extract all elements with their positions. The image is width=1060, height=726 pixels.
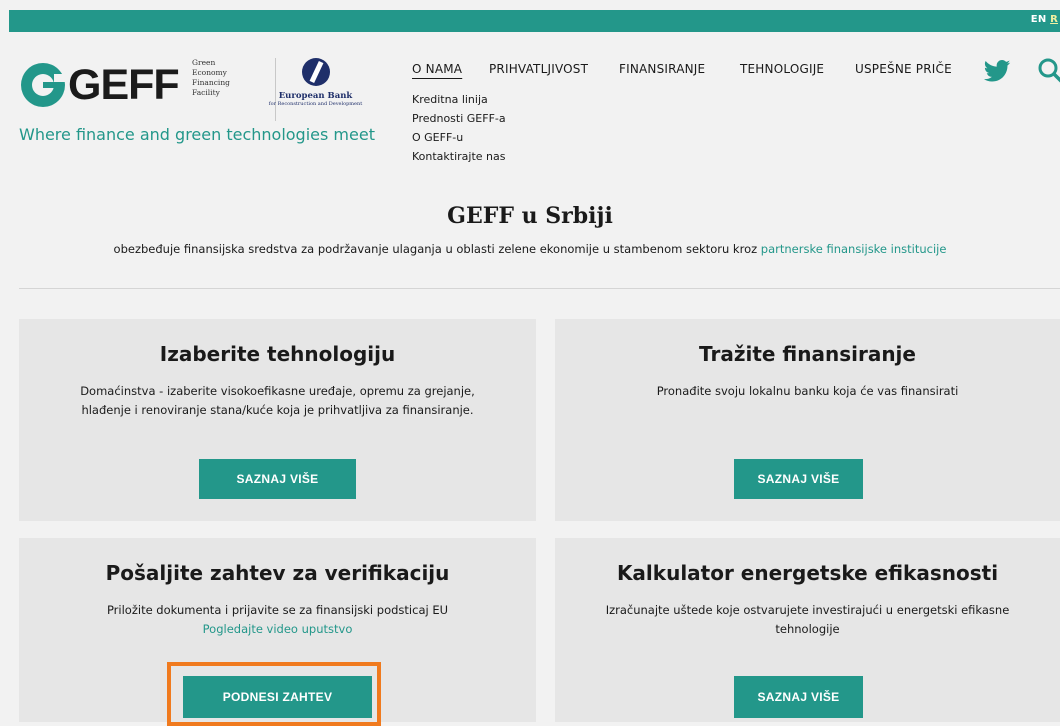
card-title: Pošaljite zahtev za verifikaciju — [105, 561, 450, 585]
divider — [19, 288, 1060, 289]
geff-logo-fullname: Green Economy Financing Facility — [192, 58, 230, 97]
lang-en-link[interactable]: EN — [1031, 14, 1047, 25]
card-energy-calculator: Kalkulator energetske efikasnosti Izraču… — [555, 538, 1060, 722]
lang-rs-link[interactable]: R — [1050, 14, 1058, 25]
highlight-frame — [167, 662, 381, 726]
card-text: Priložite dokumenta i prijavite se za fi… — [106, 603, 449, 636]
card-choose-technology: Izaberite tehnologiju Domaćinstva - izab… — [19, 319, 536, 521]
submenu-o-geff[interactable]: O GEFF-u — [412, 128, 506, 147]
card-text: Pronađite svoju lokalnu banku koja će va… — [656, 384, 959, 398]
search-icon[interactable] — [1036, 57, 1060, 83]
card-text: Domaćinstva - izaberite visokoefikasne u… — [80, 384, 475, 417]
twitter-icon[interactable] — [983, 60, 1011, 82]
submenu: Kreditna linija Prednosti GEFF-a O GEFF-… — [412, 90, 506, 166]
tagline: Where finance and green technologies mee… — [19, 125, 375, 144]
submenu-kreditna-linija[interactable]: Kreditna linija — [412, 90, 506, 109]
card-title: Kalkulator energetske efikasnosti — [616, 561, 999, 585]
card-title: Izaberite tehnologiju — [159, 342, 396, 366]
nav-tehnologije[interactable]: TEHNOLOGIJE — [740, 62, 824, 76]
language-switcher: EN R — [1031, 14, 1058, 25]
card-text: Izračunajte uštede koje ostvarujete inve… — [605, 603, 1010, 636]
ebrd-name: European Bank — [278, 91, 353, 101]
submenu-prednosti[interactable]: Prednosti GEFF-a — [412, 109, 506, 128]
nav-uspesne-price[interactable]: USPEŠNE PRIČE — [855, 62, 952, 76]
learn-more-button[interactable]: SAZNAJ VIŠE — [734, 459, 863, 499]
card-find-financing: Tražite finansiranje Pronađite svoju lok… — [555, 319, 1060, 521]
page-title: GEFF u Srbiji — [447, 203, 613, 229]
learn-more-button[interactable]: SAZNAJ VIŠE — [199, 459, 356, 499]
nav-prihvatljivost[interactable]: PRIHVATLJIVOST — [489, 62, 588, 76]
ebrd-subtitle: for Reconstruction and Development — [268, 101, 363, 107]
geff-logo-mark — [21, 63, 65, 107]
top-bar: EN R — [9, 10, 1060, 32]
card-title: Tražite finansiranje — [699, 342, 916, 366]
video-tutorial-link[interactable]: Pogledajte video uputstvo — [203, 622, 353, 636]
ebrd-mark-icon — [301, 58, 330, 86]
nav-o-nama[interactable]: O NAMA — [412, 62, 462, 76]
page-subtitle: obezbeđuje finansijska sredstva za podrž… — [113, 242, 947, 256]
ebrd-logo[interactable]: European Bank for Reconstruction and Dev… — [258, 58, 373, 107]
partner-institutions-link[interactable]: partnerske finansijske institucije — [761, 242, 947, 256]
geff-logo-word: GEFF — [68, 61, 180, 109]
learn-more-button[interactable]: SAZNAJ VIŠE — [734, 676, 863, 718]
submenu-kontakt[interactable]: Kontaktirajte nas — [412, 147, 506, 166]
nav-finansiranje[interactable]: FINANSIRANJE — [619, 62, 705, 76]
